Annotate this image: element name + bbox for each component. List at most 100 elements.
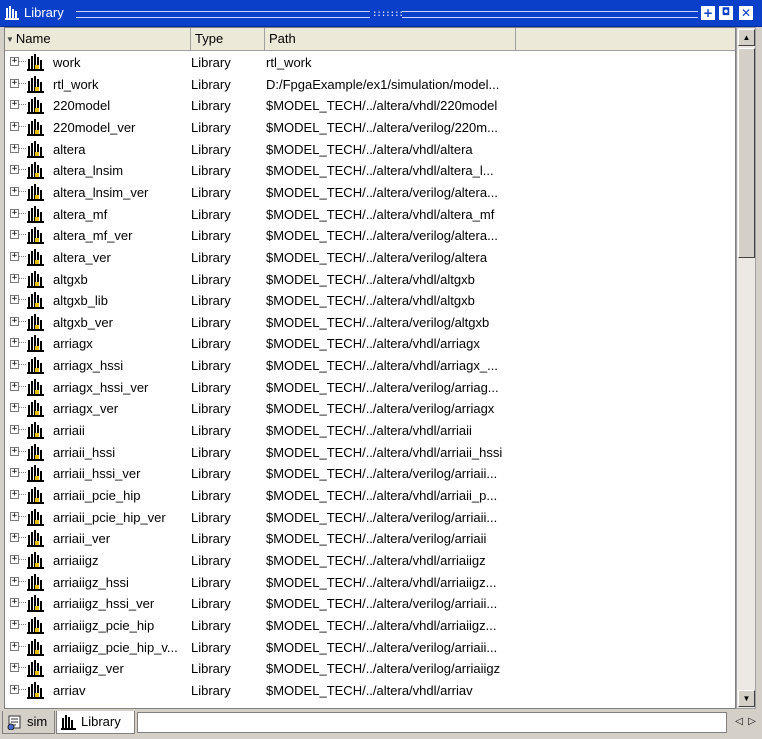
cell-name: arriaiigz_hssi_ver: [53, 596, 155, 612]
library-icon: [27, 248, 44, 266]
expand-icon[interactable]: +: [10, 100, 19, 110]
scroll-thumb[interactable]: [738, 48, 755, 258]
tab-scroll-right-icon[interactable]: ▷: [745, 713, 759, 731]
table-row[interactable]: + arriagx_hssi Library $MODEL_TECH/../al…: [5, 355, 735, 377]
tree-connector: [19, 255, 26, 257]
library-icon: [27, 162, 44, 180]
expand-icon[interactable]: +: [10, 295, 19, 305]
table-row[interactable]: + altgxb Library $MODEL_TECH/../altera/v…: [5, 269, 735, 291]
table-row[interactable]: + arriaii_hssi_ver Library $MODEL_TECH/.…: [5, 463, 735, 485]
table-row[interactable]: + altera_mf_ver Library $MODEL_TECH/../a…: [5, 225, 735, 247]
table-row[interactable]: + arriaii_ver Library $MODEL_TECH/../alt…: [5, 528, 735, 550]
expand-icon[interactable]: +: [10, 403, 19, 413]
table-row[interactable]: + altera Library $MODEL_TECH/../altera/v…: [5, 139, 735, 161]
expand-icon[interactable]: +: [10, 208, 19, 218]
table-row[interactable]: + altera_ver Library $MODEL_TECH/../alte…: [5, 247, 735, 269]
tab-library[interactable]: Library: [56, 711, 135, 734]
expand-icon[interactable]: +: [10, 663, 19, 673]
library-icon: [27, 227, 44, 245]
table-row[interactable]: + arriaiigz_pcie_hip Library $MODEL_TECH…: [5, 615, 735, 637]
table-row[interactable]: + arriagx_hssi_ver Library $MODEL_TECH/.…: [5, 377, 735, 399]
expand-icon[interactable]: +: [10, 273, 19, 283]
table-row[interactable]: + altgxb_lib Library $MODEL_TECH/../alte…: [5, 290, 735, 312]
table-row[interactable]: + arriaiigz Library $MODEL_TECH/../alter…: [5, 550, 735, 572]
table-row[interactable]: + arriaii_pcie_hip Library $MODEL_TECH/.…: [5, 485, 735, 507]
library-icon: [27, 270, 44, 288]
table-row[interactable]: + altera_mf Library $MODEL_TECH/../alter…: [5, 204, 735, 226]
tab-sim[interactable]: sim: [2, 711, 55, 734]
expand-icon[interactable]: +: [10, 186, 19, 196]
cell-path: $MODEL_TECH/../altera/vhdl/arriagx_...: [266, 358, 498, 374]
expand-icon[interactable]: +: [10, 338, 19, 348]
expand-icon[interactable]: +: [10, 230, 19, 240]
cell-path: D:/FpgaExample/ex1/simulation/model...: [266, 76, 500, 92]
table-row[interactable]: + arriaiigz_hssi_ver Library $MODEL_TECH…: [5, 593, 735, 615]
table-row[interactable]: + arriaii Library $MODEL_TECH/../altera/…: [5, 420, 735, 442]
table-row[interactable]: + arriaiigz_pcie_hip_v... Library $MODEL…: [5, 637, 735, 659]
column-header-name[interactable]: ▼ Name: [5, 28, 191, 50]
expand-icon[interactable]: +: [10, 251, 19, 261]
table-row[interactable]: + arriagx Library $MODEL_TECH/../altera/…: [5, 333, 735, 355]
expand-icon[interactable]: +: [10, 641, 19, 651]
expand-icon[interactable]: +: [10, 78, 19, 88]
library-icon: [27, 118, 44, 136]
column-header-type[interactable]: Type: [191, 28, 265, 50]
expand-icon[interactable]: +: [10, 425, 19, 435]
tree-connector: [19, 147, 26, 149]
column-header-path[interactable]: Path: [265, 28, 516, 50]
tree-connector: [19, 364, 26, 366]
expand-icon[interactable]: +: [10, 490, 19, 499]
expand-icon[interactable]: +: [10, 446, 19, 456]
tab-scroll-left-icon[interactable]: ◁: [732, 713, 746, 731]
tree-connector: [19, 299, 26, 301]
cell-name: altgxb_lib: [53, 293, 108, 309]
cell-type: Library: [191, 379, 231, 395]
expand-icon[interactable]: +: [10, 468, 19, 478]
expand-icon[interactable]: +: [10, 554, 19, 564]
expand-icon[interactable]: +: [10, 316, 19, 326]
expand-icon[interactable]: +: [10, 533, 19, 543]
table-row[interactable]: + altera_lnsim Library $MODEL_TECH/../al…: [5, 160, 735, 182]
table-row[interactable]: + arriaiigz_hssi Library $MODEL_TECH/../…: [5, 572, 735, 594]
table-row[interactable]: + arriaii_pcie_hip_ver Library $MODEL_TE…: [5, 507, 735, 529]
table-row[interactable]: + arriaiigz_ver Library $MODEL_TECH/../a…: [5, 658, 735, 680]
window-titlebar[interactable]: Library ::::::: + ◘ ✕: [0, 0, 762, 27]
close-button[interactable]: ✕: [739, 6, 753, 20]
table-row[interactable]: + 220model_ver Library $MODEL_TECH/../al…: [5, 117, 735, 139]
table-row[interactable]: + altera_lnsim_ver Library $MODEL_TECH/.…: [5, 182, 735, 204]
expand-icon[interactable]: +: [10, 165, 19, 175]
table-row[interactable]: + altgxb_ver Library $MODEL_TECH/../alte…: [5, 312, 735, 334]
table-row[interactable]: + arriagx_ver Library $MODEL_TECH/../alt…: [5, 398, 735, 420]
cell-path: $MODEL_TECH/../altera/vhdl/arriaii: [266, 423, 472, 439]
cell-name: arriaii_ver: [53, 531, 111, 547]
expand-icon[interactable]: +: [10, 684, 19, 694]
cell-name: altgxb_ver: [53, 314, 113, 330]
expand-icon[interactable]: +: [10, 511, 19, 521]
expand-icon[interactable]: +: [10, 57, 19, 66]
table-row[interactable]: + 220model Library $MODEL_TECH/../altera…: [5, 95, 735, 117]
cell-type: Library: [191, 98, 231, 114]
cell-path: $MODEL_TECH/../altera/vhdl/altera: [266, 141, 473, 157]
cell-name: arriagx_hssi_ver: [53, 379, 149, 395]
expand-icon[interactable]: +: [10, 121, 19, 131]
table-row[interactable]: + work Library rtl_work: [5, 52, 735, 74]
table-row[interactable]: + rtl_work Library D:/FpgaExample/ex1/si…: [5, 74, 735, 96]
dock-plus-button[interactable]: +: [701, 6, 715, 20]
cell-path: $MODEL_TECH/../altera/verilog/arriaii...: [266, 596, 498, 612]
cell-type: Library: [191, 552, 231, 568]
expand-icon[interactable]: +: [10, 576, 19, 586]
scroll-up-button[interactable]: ▲: [738, 29, 755, 46]
expand-icon[interactable]: +: [10, 360, 19, 370]
scroll-down-button[interactable]: ▼: [738, 690, 755, 707]
expand-icon[interactable]: +: [10, 143, 19, 153]
expand-icon[interactable]: +: [10, 598, 19, 608]
library-icon: [27, 487, 44, 504]
titlebar-drag-grip[interactable]: :::::::: [372, 9, 404, 19]
vertical-scrollbar[interactable]: ▲ ▼: [736, 27, 756, 709]
tree-connector: [19, 342, 26, 344]
expand-icon[interactable]: +: [10, 381, 19, 391]
undock-button[interactable]: ◘: [719, 6, 733, 20]
table-row[interactable]: + arriaii_hssi Library $MODEL_TECH/../al…: [5, 442, 735, 464]
table-row[interactable]: + arriav Library $MODEL_TECH/../altera/v…: [5, 680, 735, 702]
expand-icon[interactable]: +: [10, 619, 19, 629]
